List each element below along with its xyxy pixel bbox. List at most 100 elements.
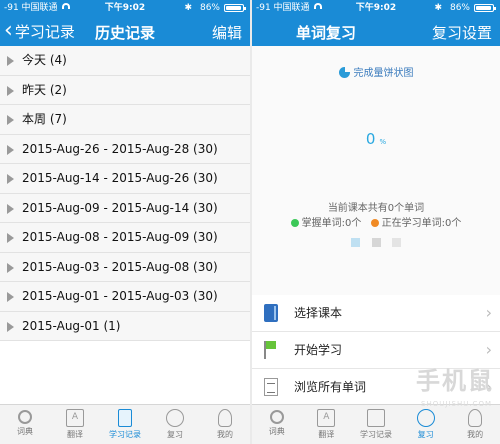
book-icon — [264, 304, 278, 322]
tab-dictionary[interactable]: 词典 — [252, 405, 302, 444]
history-group-row[interactable]: 2015-Aug-01 (1) — [0, 311, 250, 341]
user-icon — [468, 409, 483, 427]
back-label: 学习记录 — [14, 23, 75, 41]
tab-label: 复习 — [417, 430, 434, 439]
back-button[interactable]: ‹ 学习记录 — [4, 18, 75, 43]
clock-icon — [416, 409, 435, 427]
tab-label: 学习记录 — [359, 430, 392, 439]
review-settings-button[interactable]: 复习设置 — [432, 22, 492, 44]
indicator-square — [371, 238, 381, 247]
translate-icon: A — [66, 409, 84, 427]
battery-fill — [476, 6, 492, 10]
status-bar: -91 中国联通 下午9:02 ✱ 86% — [0, 0, 250, 16]
history-group-row[interactable]: 2015-Aug-26 - 2015-Aug-28 (30) — [0, 134, 250, 164]
clock-icon — [166, 409, 184, 427]
tab-label: 我的 — [217, 430, 233, 439]
tab-dictionary[interactable]: 词典 — [0, 405, 50, 444]
battery-icon — [224, 4, 246, 12]
mastered-dot-icon — [290, 219, 299, 227]
chart-legend: 掌握单词:0个 正在学习单词:0个 — [252, 214, 500, 229]
completion-value: 0 — [365, 130, 376, 148]
history-group-label: 2015-Aug-01 - 2015-Aug-03 (30) — [22, 289, 218, 303]
search-icon — [269, 410, 284, 424]
status-bar: -91 中国联通 下午9:02 ✱ 86% — [252, 0, 500, 16]
indicator-square — [351, 238, 361, 247]
page-title: 单词复习 — [295, 24, 356, 42]
expand-triangle-icon — [7, 203, 14, 214]
history-group-row[interactable]: 昨天 (2) — [0, 75, 250, 105]
tab-profile[interactable]: 我的 — [450, 405, 500, 444]
tab-review[interactable]: 复习 — [150, 405, 200, 444]
history-group-label: 2015-Aug-08 - 2015-Aug-09 (30) — [22, 230, 218, 244]
document-icon — [264, 378, 278, 396]
tab-translate[interactable]: A 翻译 — [302, 405, 352, 444]
history-group-row[interactable]: 2015-Aug-14 - 2015-Aug-26 (30) — [0, 164, 250, 194]
chevron-left-icon: ‹ — [4, 18, 13, 43]
tab-label: 翻译 — [67, 430, 83, 439]
total-words-text: 当前课本共有0个单词 — [327, 203, 425, 214]
tab-bar: 词典 A 翻译 学习记录 复习 我的 — [252, 404, 500, 444]
bluetooth-icon: ✱ — [184, 3, 192, 13]
watermark-url: SHOUJISHU.COM — [421, 400, 492, 408]
history-screen: -91 中国联通 下午9:02 ✱ 86% ‹ 学习记录 历史记录 编辑 今天 (… — [0, 0, 250, 444]
indicator-square — [391, 238, 401, 247]
history-group-row[interactable]: 2015-Aug-09 - 2015-Aug-14 (30) — [0, 193, 250, 223]
tab-label: 我的 — [467, 430, 484, 439]
battery-fill — [226, 6, 242, 10]
chart-title: 完成量饼状图 — [252, 64, 500, 79]
history-group-label: 2015-Aug-26 - 2015-Aug-28 (30) — [22, 141, 218, 156]
history-group-row[interactable]: 2015-Aug-03 - 2015-Aug-08 (30) — [0, 252, 250, 282]
bluetooth-icon: ✱ — [434, 3, 442, 13]
tab-translate[interactable]: A 翻译 — [50, 405, 100, 444]
chart-title-text: 完成量饼状图 — [353, 68, 414, 79]
flag-icon — [264, 341, 278, 359]
tab-label: 翻译 — [318, 430, 335, 439]
expand-triangle-icon — [7, 85, 14, 96]
nav-bar: ‹ 学习记录 历史记录 编辑 — [0, 18, 250, 46]
tab-label: 学习记录 — [109, 430, 141, 439]
history-group-label: 2015-Aug-03 - 2015-Aug-08 (30) — [22, 259, 218, 274]
tab-bar: 词典 A 翻译 学习记录 复习 我的 — [0, 404, 250, 444]
history-list: 今天 (4) 昨天 (2) 本周 (7) 2015-Aug-26 - 2015-… — [0, 46, 250, 341]
tab-label: 词典 — [268, 427, 285, 436]
completion-unit: % — [379, 138, 387, 146]
expand-triangle-icon — [7, 144, 14, 155]
user-icon — [218, 409, 232, 427]
search-icon — [18, 410, 32, 424]
expand-triangle-icon — [7, 262, 14, 273]
legend-learning: 正在学习单词:0个 — [381, 218, 462, 229]
tab-study-record[interactable]: 学习记录 — [351, 405, 401, 444]
history-group-row[interactable]: 本周 (7) — [0, 105, 250, 135]
history-group-label: 2015-Aug-01 (1) — [22, 318, 121, 333]
menu-label: 开始学习 — [294, 343, 343, 357]
legend-mastered: 掌握单词:0个 — [301, 218, 362, 229]
header-bar: -91 中国联通 下午9:02 ✱ 86% ‹ 学习记录 历史记录 编辑 — [0, 0, 250, 46]
expand-triangle-icon — [7, 174, 14, 184]
history-group-row[interactable]: 2015-Aug-01 - 2015-Aug-03 (30) — [0, 282, 250, 312]
history-group-label: 2015-Aug-09 - 2015-Aug-14 (30) — [22, 200, 218, 215]
completion-percentage: 0% — [252, 130, 500, 148]
history-group-label: 本周 (7) — [22, 112, 67, 126]
expand-triangle-icon — [7, 56, 14, 66]
select-textbook-item[interactable]: 选择课本 › — [252, 295, 500, 332]
pie-chart-icon — [338, 67, 350, 78]
learning-dot-icon — [370, 219, 379, 227]
history-group-label: 2015-Aug-14 - 2015-Aug-26 (30) — [22, 171, 218, 185]
history-group-label: 今天 (4) — [22, 53, 67, 67]
history-group-row[interactable]: 今天 (4) — [0, 46, 250, 76]
tab-label: 词典 — [17, 427, 33, 436]
edit-button[interactable]: 编辑 — [212, 22, 242, 44]
translate-icon: A — [317, 409, 336, 427]
battery-icon — [474, 4, 496, 12]
chevron-right-icon: › — [485, 303, 492, 322]
tab-study-record[interactable]: 学习记录 — [100, 405, 150, 444]
history-group-row[interactable]: 2015-Aug-08 - 2015-Aug-09 (30) — [0, 223, 250, 253]
expand-triangle-icon — [7, 321, 14, 332]
tab-review[interactable]: 复习 — [401, 405, 451, 444]
tab-profile[interactable]: 我的 — [200, 405, 250, 444]
watermark: 手机鼠 — [416, 367, 494, 395]
menu-label: 选择课本 — [294, 306, 343, 320]
expand-triangle-icon — [7, 115, 14, 125]
history-group-label: 昨天 (2) — [22, 82, 67, 97]
tab-label: 复习 — [167, 430, 183, 439]
